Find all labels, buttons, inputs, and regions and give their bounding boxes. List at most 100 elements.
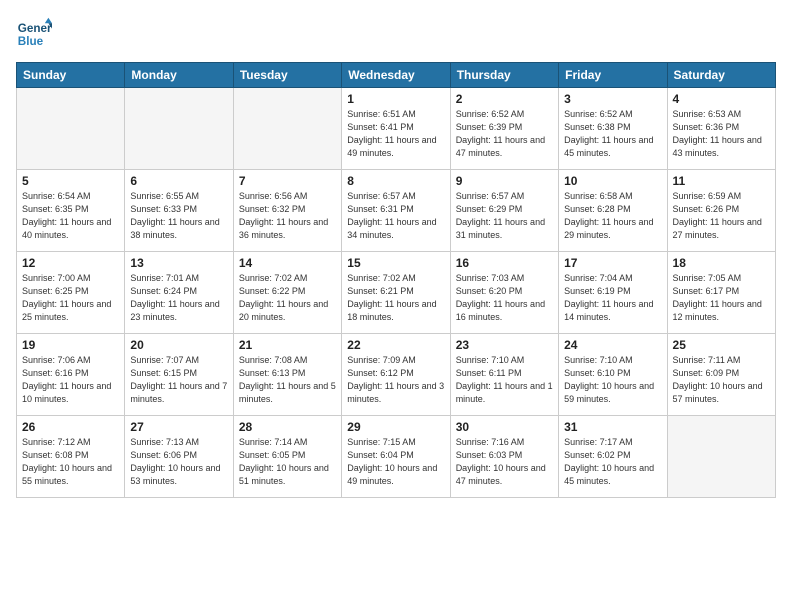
day-number: 27: [130, 420, 227, 434]
day-info: Sunrise: 7:03 AM Sunset: 6:20 PM Dayligh…: [456, 272, 553, 324]
day-info: Sunrise: 6:51 AM Sunset: 6:41 PM Dayligh…: [347, 108, 444, 160]
day-number: 3: [564, 92, 661, 106]
calendar-cell: 12Sunrise: 7:00 AM Sunset: 6:25 PM Dayli…: [17, 252, 125, 334]
day-number: 17: [564, 256, 661, 270]
day-info: Sunrise: 7:10 AM Sunset: 6:10 PM Dayligh…: [564, 354, 661, 406]
svg-text:Blue: Blue: [18, 35, 44, 48]
day-info: Sunrise: 6:56 AM Sunset: 6:32 PM Dayligh…: [239, 190, 336, 242]
weekday-header-monday: Monday: [125, 63, 233, 88]
svg-text:General: General: [18, 22, 52, 35]
day-info: Sunrise: 6:57 AM Sunset: 6:31 PM Dayligh…: [347, 190, 444, 242]
day-number: 26: [22, 420, 119, 434]
day-number: 24: [564, 338, 661, 352]
day-number: 13: [130, 256, 227, 270]
day-number: 16: [456, 256, 553, 270]
calendar-cell: [125, 88, 233, 170]
day-number: 20: [130, 338, 227, 352]
day-info: Sunrise: 7:01 AM Sunset: 6:24 PM Dayligh…: [130, 272, 227, 324]
day-number: 25: [673, 338, 770, 352]
weekday-header-row: SundayMondayTuesdayWednesdayThursdayFrid…: [17, 63, 776, 88]
calendar-cell: 26 Sunrise: 7:12 AM Sunset: 6:08 PM Dayli…: [17, 416, 125, 498]
day-info: Sunrise: 7:07 AM Sunset: 6:15 PM Dayligh…: [130, 354, 227, 406]
day-info: Sunrise: 6:57 AM Sunset: 6:29 PM Dayligh…: [456, 190, 553, 242]
day-info: Sunrise: 7:02 AM Sunset: 6:22 PM Dayligh…: [239, 272, 336, 324]
calendar-cell: 9 Sunrise: 6:57 AM Sunset: 6:29 PM Daylig…: [450, 170, 558, 252]
day-info: Sunrise: 7:13 AM Sunset: 6:06 PM Dayligh…: [130, 436, 227, 488]
day-info: Sunrise: 7:06 AM Sunset: 6:16 PM Dayligh…: [22, 354, 119, 406]
week-row-1: 1 Sunrise: 6:51 AM Sunset: 6:41 PM Daylig…: [17, 88, 776, 170]
calendar-cell: 27 Sunrise: 7:13 AM Sunset: 6:06 PM Dayli…: [125, 416, 233, 498]
calendar-cell: 24 Sunrise: 7:10 AM Sunset: 6:10 PM Dayli…: [559, 334, 667, 416]
weekday-header-saturday: Saturday: [667, 63, 775, 88]
calendar-cell: 13 Sunrise: 7:01 AM Sunset: 6:24 PM Dayli…: [125, 252, 233, 334]
calendar-cell: 2 Sunrise: 6:52 AM Sunset: 6:39 PM Daylig…: [450, 88, 558, 170]
page-container: General Blue SundayMondayTuesdayWednesda…: [0, 0, 792, 506]
weekday-header-sunday: Sunday: [17, 63, 125, 88]
day-number: 7: [239, 174, 336, 188]
day-number: 12: [22, 256, 119, 270]
day-number: 9: [456, 174, 553, 188]
calendar-cell: 3 Sunrise: 6:52 AM Sunset: 6:38 PM Daylig…: [559, 88, 667, 170]
calendar-cell: 5 Sunrise: 6:54 AM Sunset: 6:35 PM Daylig…: [17, 170, 125, 252]
calendar-cell: 31Sunrise: 7:17 AM Sunset: 6:02 PM Dayli…: [559, 416, 667, 498]
calendar-cell: 19Sunrise: 7:06 AM Sunset: 6:16 PM Dayli…: [17, 334, 125, 416]
calendar-cell: 16 Sunrise: 7:03 AM Sunset: 6:20 PM Dayli…: [450, 252, 558, 334]
calendar-cell: 28 Sunrise: 7:14 AM Sunset: 6:05 PM Dayli…: [233, 416, 341, 498]
calendar-cell: 20 Sunrise: 7:07 AM Sunset: 6:15 PM Dayli…: [125, 334, 233, 416]
calendar-cell: 4Sunrise: 6:53 AM Sunset: 6:36 PM Daylig…: [667, 88, 775, 170]
calendar-body: 1 Sunrise: 6:51 AM Sunset: 6:41 PM Daylig…: [17, 88, 776, 498]
day-info: Sunrise: 6:52 AM Sunset: 6:39 PM Dayligh…: [456, 108, 553, 160]
day-info: Sunrise: 7:10 AM Sunset: 6:11 PM Dayligh…: [456, 354, 553, 406]
day-number: 2: [456, 92, 553, 106]
day-info: Sunrise: 7:16 AM Sunset: 6:03 PM Dayligh…: [456, 436, 553, 488]
day-info: Sunrise: 7:12 AM Sunset: 6:08 PM Dayligh…: [22, 436, 119, 488]
calendar-cell: 1 Sunrise: 6:51 AM Sunset: 6:41 PM Daylig…: [342, 88, 450, 170]
weekday-header-wednesday: Wednesday: [342, 63, 450, 88]
calendar-cell: 6 Sunrise: 6:55 AM Sunset: 6:33 PM Daylig…: [125, 170, 233, 252]
day-info: Sunrise: 6:54 AM Sunset: 6:35 PM Dayligh…: [22, 190, 119, 242]
day-info: Sunrise: 6:52 AM Sunset: 6:38 PM Dayligh…: [564, 108, 661, 160]
day-number: 23: [456, 338, 553, 352]
calendar-cell: [17, 88, 125, 170]
week-row-3: 12Sunrise: 7:00 AM Sunset: 6:25 PM Dayli…: [17, 252, 776, 334]
day-info: Sunrise: 7:04 AM Sunset: 6:19 PM Dayligh…: [564, 272, 661, 324]
week-row-4: 19Sunrise: 7:06 AM Sunset: 6:16 PM Dayli…: [17, 334, 776, 416]
header: General Blue: [16, 16, 776, 52]
day-number: 22: [347, 338, 444, 352]
day-number: 8: [347, 174, 444, 188]
day-number: 15: [347, 256, 444, 270]
calendar-cell: 25 Sunrise: 7:11 AM Sunset: 6:09 PM Dayli…: [667, 334, 775, 416]
logo-icon: General Blue: [16, 16, 52, 52]
day-info: Sunrise: 6:55 AM Sunset: 6:33 PM Dayligh…: [130, 190, 227, 242]
day-number: 14: [239, 256, 336, 270]
week-row-2: 5 Sunrise: 6:54 AM Sunset: 6:35 PM Daylig…: [17, 170, 776, 252]
calendar-cell: 30Sunrise: 7:16 AM Sunset: 6:03 PM Dayli…: [450, 416, 558, 498]
day-number: 28: [239, 420, 336, 434]
calendar-cell: 14 Sunrise: 7:02 AM Sunset: 6:22 PM Dayli…: [233, 252, 341, 334]
day-number: 21: [239, 338, 336, 352]
day-info: Sunrise: 7:11 AM Sunset: 6:09 PM Dayligh…: [673, 354, 770, 406]
day-info: Sunrise: 7:14 AM Sunset: 6:05 PM Dayligh…: [239, 436, 336, 488]
day-info: Sunrise: 6:59 AM Sunset: 6:26 PM Dayligh…: [673, 190, 770, 242]
day-number: 6: [130, 174, 227, 188]
day-number: 10: [564, 174, 661, 188]
day-info: Sunrise: 7:09 AM Sunset: 6:12 PM Dayligh…: [347, 354, 444, 406]
logo: General Blue: [16, 16, 52, 52]
day-info: Sunrise: 6:53 AM Sunset: 6:36 PM Dayligh…: [673, 108, 770, 160]
calendar-cell: 11 Sunrise: 6:59 AM Sunset: 6:26 PM Dayli…: [667, 170, 775, 252]
day-number: 11: [673, 174, 770, 188]
calendar-cell: 22 Sunrise: 7:09 AM Sunset: 6:12 PM Dayli…: [342, 334, 450, 416]
calendar-cell: 23 Sunrise: 7:10 AM Sunset: 6:11 PM Dayli…: [450, 334, 558, 416]
calendar-cell: 15 Sunrise: 7:02 AM Sunset: 6:21 PM Dayli…: [342, 252, 450, 334]
day-number: 5: [22, 174, 119, 188]
day-number: 18: [673, 256, 770, 270]
day-number: 31: [564, 420, 661, 434]
day-number: 1: [347, 92, 444, 106]
week-row-5: 26 Sunrise: 7:12 AM Sunset: 6:08 PM Dayli…: [17, 416, 776, 498]
day-info: Sunrise: 7:15 AM Sunset: 6:04 PM Dayligh…: [347, 436, 444, 488]
weekday-header-tuesday: Tuesday: [233, 63, 341, 88]
day-info: Sunrise: 7:02 AM Sunset: 6:21 PM Dayligh…: [347, 272, 444, 324]
calendar-cell: 18Sunrise: 7:05 AM Sunset: 6:17 PM Dayli…: [667, 252, 775, 334]
day-number: 29: [347, 420, 444, 434]
calendar-cell: 8 Sunrise: 6:57 AM Sunset: 6:31 PM Daylig…: [342, 170, 450, 252]
